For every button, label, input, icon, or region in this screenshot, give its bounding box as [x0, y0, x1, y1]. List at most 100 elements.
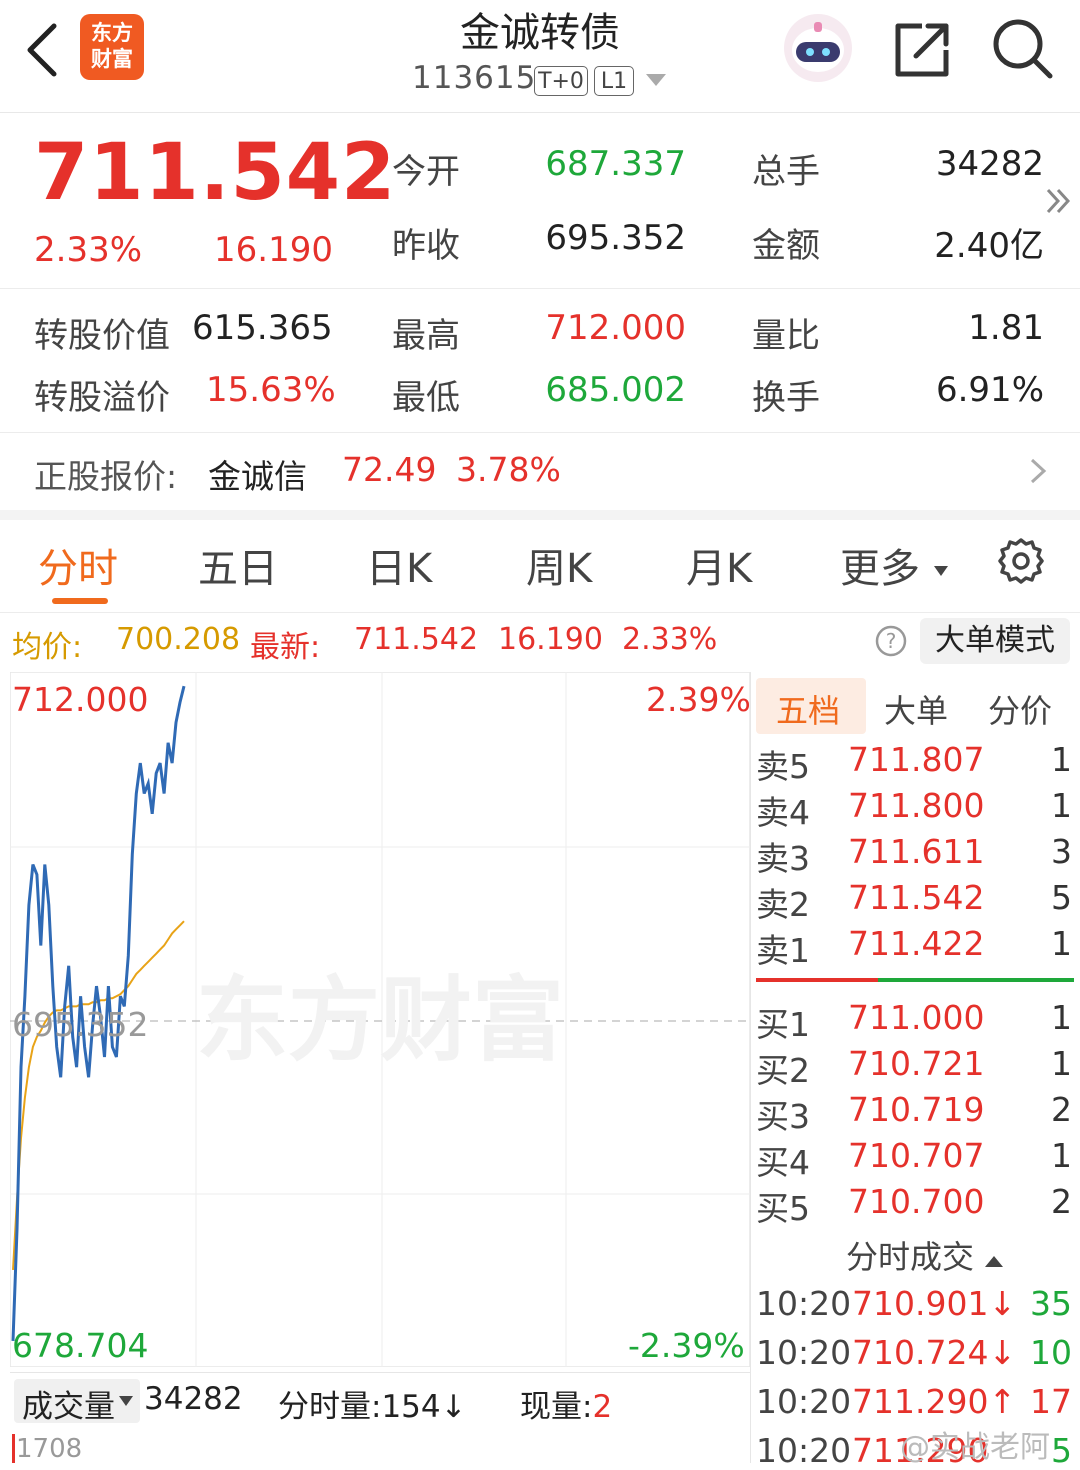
- tick-volume-value: 154: [381, 1389, 441, 1425]
- ticks-title-label: 分时成交: [846, 1238, 975, 1276]
- tick-price: 710.901↓: [852, 1284, 1017, 1323]
- ask-label: 卖4: [756, 793, 810, 832]
- tab-monthly-k[interactable]: 月K: [686, 536, 752, 594]
- double-chevron-right-icon[interactable]: [1044, 186, 1074, 216]
- bid-row[interactable]: 买4 710.707 1: [756, 1136, 1076, 1182]
- current-volume-label: 现量:: [520, 1389, 593, 1425]
- avg-price-line: [12, 920, 185, 1270]
- dropdown-caret-icon[interactable]: [644, 72, 668, 88]
- tick-volume: 10: [1030, 1333, 1072, 1372]
- tab-price-distribution[interactable]: 分价: [988, 686, 1052, 732]
- volume-selector[interactable]: 成交量: [14, 1379, 140, 1425]
- tab-intraday[interactable]: 分时: [38, 536, 118, 594]
- conversion-value: 615.365: [192, 308, 333, 348]
- bond-code: 113615: [412, 60, 537, 96]
- tab-daily-k[interactable]: 日K: [366, 536, 432, 594]
- bid-row[interactable]: 买3 710.719 2: [756, 1090, 1076, 1136]
- divider: [750, 672, 751, 1463]
- robot-avatar-icon[interactable]: [782, 12, 854, 84]
- tick-volume: 35: [1030, 1284, 1072, 1323]
- bid-label: 买3: [756, 1097, 810, 1136]
- current-volume: 现量:2: [520, 1381, 612, 1426]
- tab-five-day[interactable]: 五日: [198, 536, 278, 594]
- high-label: 最高: [392, 316, 460, 356]
- down-arrow-icon: ↓: [440, 1389, 467, 1425]
- bid-price: 710.721: [848, 1044, 985, 1083]
- ask-row[interactable]: 卖2 711.542 5: [756, 878, 1076, 924]
- bid-row[interactable]: 买5 710.700 2: [756, 1182, 1076, 1228]
- volume-axis-label: 1708: [16, 1434, 83, 1464]
- conversion-value-label: 转股价值: [34, 316, 170, 356]
- share-icon[interactable]: [892, 20, 952, 80]
- underlying-percent: 3.78%: [456, 450, 561, 489]
- ask-row[interactable]: 卖4 711.800 1: [756, 786, 1076, 832]
- bid-row[interactable]: 买1 711.000 1: [756, 998, 1076, 1044]
- y-axis-bottom-label: 678.704: [12, 1326, 149, 1365]
- low-label: 最低: [392, 378, 460, 418]
- total-volume-value: 34282: [935, 144, 1044, 184]
- turnover-value: 6.91%: [935, 370, 1044, 410]
- ref-price-label: 695.352: [12, 1005, 149, 1044]
- tick-volume-label: 分时量:: [278, 1389, 382, 1425]
- ask-ratio-bar: [756, 978, 878, 982]
- bid-row[interactable]: 买2 710.721 1: [756, 1044, 1076, 1090]
- latest-label: 最新:: [250, 630, 321, 665]
- bid-label: 买1: [756, 1005, 810, 1044]
- bid-ratio-bar: [878, 978, 1074, 982]
- ask-price: 711.800: [848, 786, 985, 825]
- tick-volume: 5: [1051, 1431, 1072, 1470]
- logo-text-top: 东方: [91, 21, 133, 45]
- ask-label: 卖3: [756, 839, 810, 878]
- tick-time: 10:20: [756, 1431, 852, 1470]
- gear-icon[interactable]: [996, 536, 1046, 586]
- caret-up-icon: [985, 1256, 1004, 1267]
- amount-value: 2.40亿: [934, 226, 1044, 266]
- big-order-mode-button[interactable]: 大单模式: [920, 618, 1070, 664]
- ask-row[interactable]: 卖5 711.807 1: [756, 740, 1076, 786]
- logo-text-bottom: 财富: [91, 47, 133, 71]
- bid-vol: 1: [1051, 1136, 1072, 1175]
- ask-price: 711.807: [848, 740, 985, 779]
- avg-price-label: 均价:: [12, 630, 83, 665]
- bid-vol: 2: [1051, 1090, 1072, 1129]
- latest-change: 16.190: [498, 622, 603, 657]
- volume-bar-mark: [12, 1434, 15, 1463]
- ask-vol: 3: [1051, 832, 1072, 871]
- low-value: 685.002: [545, 370, 686, 410]
- eastmoney-logo[interactable]: 东方 财富: [80, 14, 144, 80]
- divider: [0, 288, 1080, 289]
- active-tab-indicator: [52, 598, 108, 604]
- ask-price: 711.542: [848, 878, 985, 917]
- turnover-label: 换手: [752, 378, 820, 418]
- chevron-right-icon: [1030, 458, 1047, 484]
- open-value: 687.337: [545, 144, 686, 184]
- bid-vol: 2: [1051, 1182, 1072, 1221]
- change-amount: 16.190: [214, 230, 333, 270]
- volume-selector-label: 成交量: [22, 1389, 115, 1425]
- ask-label: 卖2: [756, 885, 810, 924]
- ask-price: 711.611: [848, 832, 985, 871]
- conversion-premium: 15.63%: [206, 370, 336, 410]
- bid-label: 买5: [756, 1189, 810, 1228]
- tab-weekly-k[interactable]: 周K: [526, 536, 592, 594]
- volume-total: 34282: [144, 1381, 243, 1417]
- help-icon[interactable]: ?: [874, 624, 908, 658]
- chevron-left-icon[interactable]: [22, 22, 62, 78]
- ticks-title[interactable]: 分时成交: [846, 1232, 1004, 1278]
- caret-down-icon: [933, 566, 948, 576]
- amount-label: 金额: [752, 226, 820, 266]
- ask-vol: 1: [1051, 740, 1072, 779]
- tab-more[interactable]: 更多: [840, 536, 949, 594]
- tick-volume: 分时量:154↓: [278, 1381, 467, 1426]
- tick-time: 10:20: [756, 1333, 852, 1372]
- avg-price-value: 700.208: [116, 622, 241, 657]
- tab-big-orders[interactable]: 大单: [884, 686, 948, 732]
- ask-row[interactable]: 卖3 711.611 3: [756, 832, 1076, 878]
- tab-five-levels[interactable]: 五档: [776, 686, 840, 732]
- search-icon[interactable]: [990, 16, 1056, 82]
- divider: [0, 432, 1080, 433]
- page-title: 金诚转债: [460, 10, 620, 56]
- bid-price: 710.700: [848, 1182, 985, 1221]
- tick-price: 711.290↑: [852, 1382, 1017, 1421]
- ask-row[interactable]: 卖1 711.422 1: [756, 924, 1076, 970]
